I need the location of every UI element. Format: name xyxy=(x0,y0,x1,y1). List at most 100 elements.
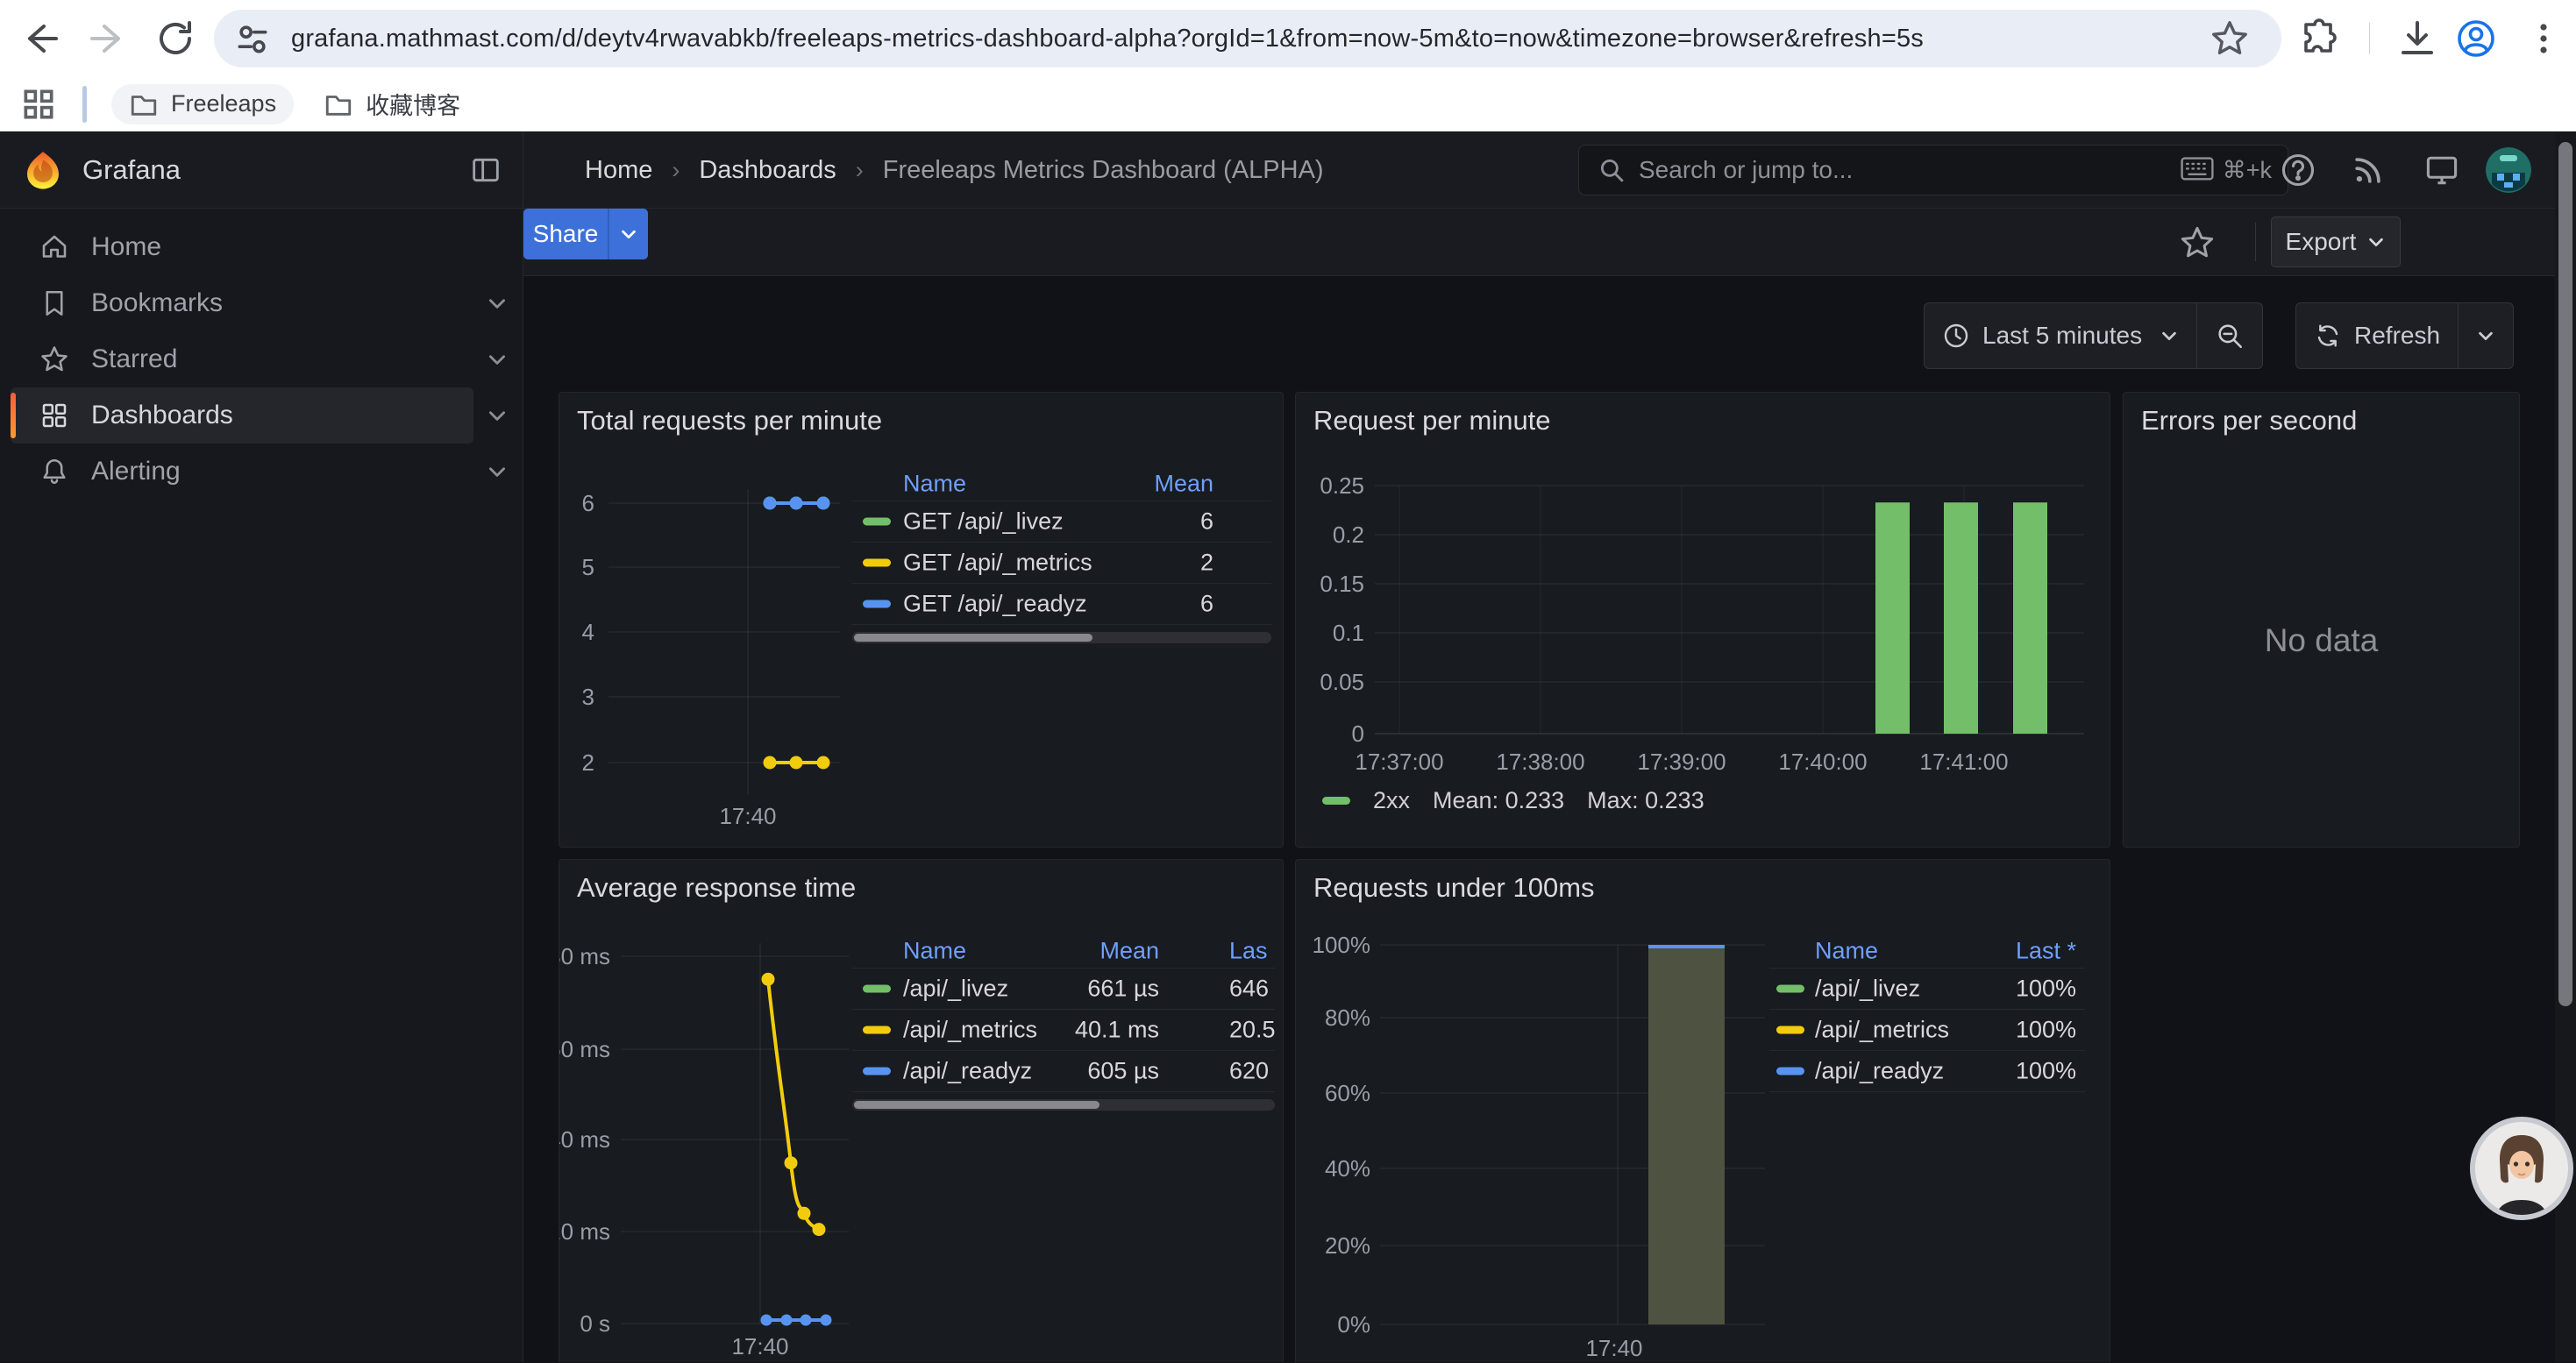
share-dropdown-button[interactable] xyxy=(608,209,648,259)
svg-text:0.25: 0.25 xyxy=(1320,472,1364,499)
series-color-dash xyxy=(863,600,891,608)
legend-column-header[interactable]: Name xyxy=(903,470,966,497)
assistant-avatar[interactable] xyxy=(2469,1116,2574,1221)
grafana-logo-icon[interactable] xyxy=(23,150,63,190)
toolbar-divider xyxy=(2369,23,2370,54)
panel-title[interactable]: Errors per second xyxy=(2141,405,2357,437)
sidebar-nav: HomeBookmarksStarredDashboardsAlerting xyxy=(0,219,523,500)
grid-icon xyxy=(39,400,70,431)
legend-scrollbar-thumb[interactable] xyxy=(854,634,1092,642)
refresh-button[interactable]: Refresh xyxy=(2296,303,2458,368)
bookmarks-divider xyxy=(82,86,87,123)
panel-errors-per-second: Errors per second No data xyxy=(2123,392,2520,848)
svg-text:80 ms: 80 ms xyxy=(559,943,610,969)
user-avatar[interactable] xyxy=(2486,147,2531,193)
breadcrumb-separator: › xyxy=(672,157,680,184)
series-name[interactable]: GET /api/_metrics xyxy=(903,550,1092,577)
series-value: 100% xyxy=(1936,976,2076,1003)
series-value: 646 xyxy=(1229,976,1275,1003)
sidebar-header: Grafana xyxy=(0,131,523,209)
breadcrumb-item[interactable]: Freeleaps Metrics Dashboard (ALPHA) xyxy=(883,156,1324,185)
breadcrumb-item[interactable]: Dashboards xyxy=(699,156,836,185)
back-icon[interactable] xyxy=(19,18,61,60)
series-name[interactable]: /api/_metrics xyxy=(1815,1017,1949,1044)
legend-column-header[interactable]: Last * xyxy=(1936,937,2076,964)
downloads-icon[interactable] xyxy=(2396,18,2438,60)
reload-icon[interactable] xyxy=(154,18,196,60)
home-icon xyxy=(39,231,70,263)
series-value: 100% xyxy=(1936,1058,2076,1085)
news-rss-icon[interactable] xyxy=(2349,151,2387,189)
share-button-main[interactable]: Share xyxy=(523,209,608,259)
legend-scrollbar[interactable] xyxy=(852,632,1271,643)
bookmark-star-icon[interactable] xyxy=(2210,18,2250,59)
bookmark-folder-freeleaps[interactable]: Freeleaps xyxy=(111,84,294,124)
apps-grid-icon[interactable] xyxy=(19,85,58,124)
share-button: Share xyxy=(523,209,648,259)
extensions-icon[interactable] xyxy=(2299,18,2341,60)
chevron-down-icon xyxy=(2160,326,2179,345)
search-shortcut: ⌘+k xyxy=(2181,157,2272,184)
series-max: Max: 0.233 xyxy=(1587,787,1704,814)
dock-menu-icon[interactable] xyxy=(468,153,503,188)
breadcrumb-item[interactable]: Home xyxy=(585,156,652,185)
panel-total-requests: Total requests per minute 6543217:40 Nam… xyxy=(559,392,1284,848)
star-icon xyxy=(39,344,70,375)
site-settings-icon[interactable] xyxy=(233,19,272,58)
brand-name: Grafana xyxy=(82,154,181,186)
chevron-down-icon[interactable] xyxy=(486,348,509,371)
sidebar-item-home[interactable]: Home xyxy=(11,219,473,275)
legend-column-header[interactable]: Mean xyxy=(984,937,1159,964)
profile-icon[interactable] xyxy=(2455,18,2497,60)
svg-text:80%: 80% xyxy=(1325,1005,1370,1031)
sidebar-item-starred[interactable]: Starred xyxy=(11,331,473,387)
bell-icon xyxy=(39,456,70,487)
series-name[interactable]: /api/_readyz xyxy=(1815,1058,1944,1085)
series-value: 661 µs xyxy=(984,976,1159,1003)
bookmark-label: Freeleaps xyxy=(171,90,276,117)
time-range-picker[interactable]: Last 5 minutes xyxy=(1925,303,2196,368)
legend-scrollbar-thumb[interactable] xyxy=(854,1101,1099,1109)
series-value: 620 xyxy=(1229,1058,1275,1085)
svg-text:3: 3 xyxy=(582,684,594,710)
series-name[interactable]: 2xx xyxy=(1373,787,1410,814)
export-button[interactable]: Export xyxy=(2271,217,2401,267)
favorite-star-icon[interactable] xyxy=(2179,224,2216,261)
series-name[interactable]: GET /api/_readyz xyxy=(903,591,1087,618)
refresh-interval-dropdown[interactable] xyxy=(2458,303,2513,368)
browser-menu-icon[interactable] xyxy=(2523,18,2565,60)
legend-column-header[interactable]: Name xyxy=(903,937,966,964)
series-value: 20.5 r xyxy=(1229,1017,1275,1044)
zoom-out-button[interactable] xyxy=(2196,303,2262,368)
chevron-down-icon[interactable] xyxy=(486,460,509,483)
url-bar[interactable]: grafana.mathmast.com/d/deytv4rwavabkb/fr… xyxy=(214,10,2281,67)
legend-column-header[interactable]: Mean xyxy=(1080,470,1213,497)
series-name[interactable]: GET /api/_livez xyxy=(903,508,1064,536)
chevron-down-icon[interactable] xyxy=(486,292,509,315)
search-input[interactable]: Search or jump to... ⌘+k xyxy=(1578,145,2288,195)
clock-icon xyxy=(1942,322,1970,350)
series-name[interactable]: /api/_livez xyxy=(1815,976,1920,1003)
sidebar-item-alerting[interactable]: Alerting xyxy=(11,444,473,500)
series-color-dash xyxy=(863,1026,891,1034)
legend-scrollbar[interactable] xyxy=(852,1099,1275,1111)
legend-column-header[interactable]: Name xyxy=(1815,937,1878,964)
svg-text:40%: 40% xyxy=(1325,1155,1370,1182)
svg-text:17:40: 17:40 xyxy=(719,803,776,829)
chevron-down-icon[interactable] xyxy=(486,404,509,427)
svg-text:60%: 60% xyxy=(1325,1080,1370,1106)
url-text[interactable]: grafana.mathmast.com/d/deytv4rwavabkb/fr… xyxy=(291,25,2210,53)
sidebar-item-dashboards[interactable]: Dashboards xyxy=(11,387,473,444)
forward-icon[interactable] xyxy=(87,18,129,60)
legend-column-header[interactable]: Las xyxy=(1229,937,1275,964)
series-mean: Mean: 0.233 xyxy=(1433,787,1564,814)
legend-row: /api/_livez661 µs646 xyxy=(852,969,1275,1010)
legend-row: /api/_metrics40.1 ms20.5 r xyxy=(852,1010,1275,1051)
bookmark-folder-blogs[interactable]: 收藏博客 xyxy=(306,84,478,124)
series-color-dash xyxy=(1776,1026,1804,1034)
sidebar-item-bookmarks[interactable]: Bookmarks xyxy=(11,275,473,331)
panel-under-100ms: Requests under 100ms 100%80%60%40%20%0%1… xyxy=(1295,859,2110,1362)
help-icon[interactable] xyxy=(2279,151,2317,189)
scrollbar-thumb[interactable] xyxy=(2558,142,2572,1006)
kiosk-monitor-icon[interactable] xyxy=(2423,151,2461,189)
